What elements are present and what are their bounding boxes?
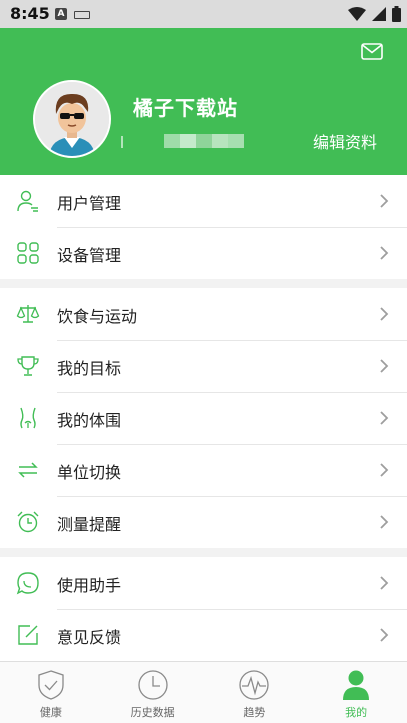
alarm-clock-icon [17,511,39,533]
menu-item-device-management[interactable]: 设备管理 [0,227,407,279]
device-grid-icon [17,242,39,264]
tab-label: 趋势 [243,706,266,719]
chevron-right-icon [380,463,389,477]
chevron-right-icon [380,307,389,321]
chevron-right-icon [380,628,389,642]
chevron-right-icon [380,515,389,529]
username: 橘子下载站 [133,96,238,120]
app-screen: 8:45 A 橘子下载站 编辑资料 用户管理 设备管理 饮食与运动 我的目标 我… [0,0,407,723]
avatar[interactable] [33,80,111,158]
chevron-right-icon [380,576,389,590]
edit-feedback-icon [18,625,38,645]
chevron-right-icon [380,194,389,208]
avatar-cartoon-icon [35,82,109,156]
keyboard-icon [74,11,90,19]
menu-section-health: 饮食与运动 我的目标 我的体围 单位切换 测量提醒 [0,288,407,548]
menu-item-my-measurements[interactable]: 我的体围 [0,392,407,444]
mail-icon[interactable] [361,43,383,60]
swap-arrows-icon [18,462,38,478]
menu-item-unit-switch[interactable]: 单位切换 [0,444,407,496]
menu-item-label: 测量提醒 [57,515,122,534]
menu-item-label: 我的目标 [57,359,122,378]
status-bar: 8:45 A [0,0,407,28]
status-icons [348,5,401,23]
tab-trend[interactable]: 趋势 [204,662,306,723]
menu-item-label: 饮食与运动 [57,307,138,326]
menu-section-help: 使用助手 意见反馈 [0,557,407,661]
tab-label: 历史数据 [130,706,175,719]
clock-icon [137,670,168,700]
tab-history[interactable]: 历史数据 [102,662,204,723]
tab-label: 我的 [345,706,368,719]
menu-item-label: 使用助手 [57,576,122,595]
body-figure-icon [20,407,36,429]
chevron-right-icon [380,411,389,425]
menu-item-label: 单位切换 [57,463,122,482]
trophy-icon [17,356,39,376]
menu-item-usage-assistant[interactable]: 使用助手 [0,557,407,609]
divider [121,136,123,148]
chevron-right-icon [380,359,389,373]
menu-section-account: 用户管理 设备管理 [0,175,407,279]
tab-mine[interactable]: 我的 [305,662,407,723]
menu-item-label: 用户管理 [57,194,122,213]
menu-item-feedback[interactable]: 意见反馈 [0,609,407,661]
tab-label: 健康 [39,706,62,719]
tab-health[interactable]: 健康 [0,662,102,723]
status-time: 8:45 [10,4,50,23]
pulse-icon [239,670,270,700]
menu-item-label: 设备管理 [57,246,122,265]
edit-profile-link[interactable]: 编辑资料 [313,129,377,153]
notification-a-icon: A [55,8,67,20]
chevron-right-icon [380,246,389,260]
chat-bubble-icon [16,572,39,595]
user-manage-icon [17,190,38,212]
menu-item-measure-reminder[interactable]: 测量提醒 [0,496,407,548]
person-icon [343,670,370,700]
user-id-blurred [164,134,244,148]
menu-item-user-management[interactable]: 用户管理 [0,175,407,227]
battery-icon [392,6,401,22]
profile-header: 橘子下载站 编辑资料 [0,28,407,175]
menu-item-my-goal[interactable]: 我的目标 [0,340,407,392]
signal-icon [372,7,386,21]
menu-item-label: 意见反馈 [57,628,122,647]
menu-item-diet-exercise[interactable]: 饮食与运动 [0,288,407,340]
bottom-nav: 健康 历史数据 趋势 我的 [0,661,407,723]
wifi-icon [348,7,366,21]
scale-balance-icon [16,305,40,323]
shield-check-icon [38,670,64,700]
menu-item-label: 我的体围 [57,411,122,430]
